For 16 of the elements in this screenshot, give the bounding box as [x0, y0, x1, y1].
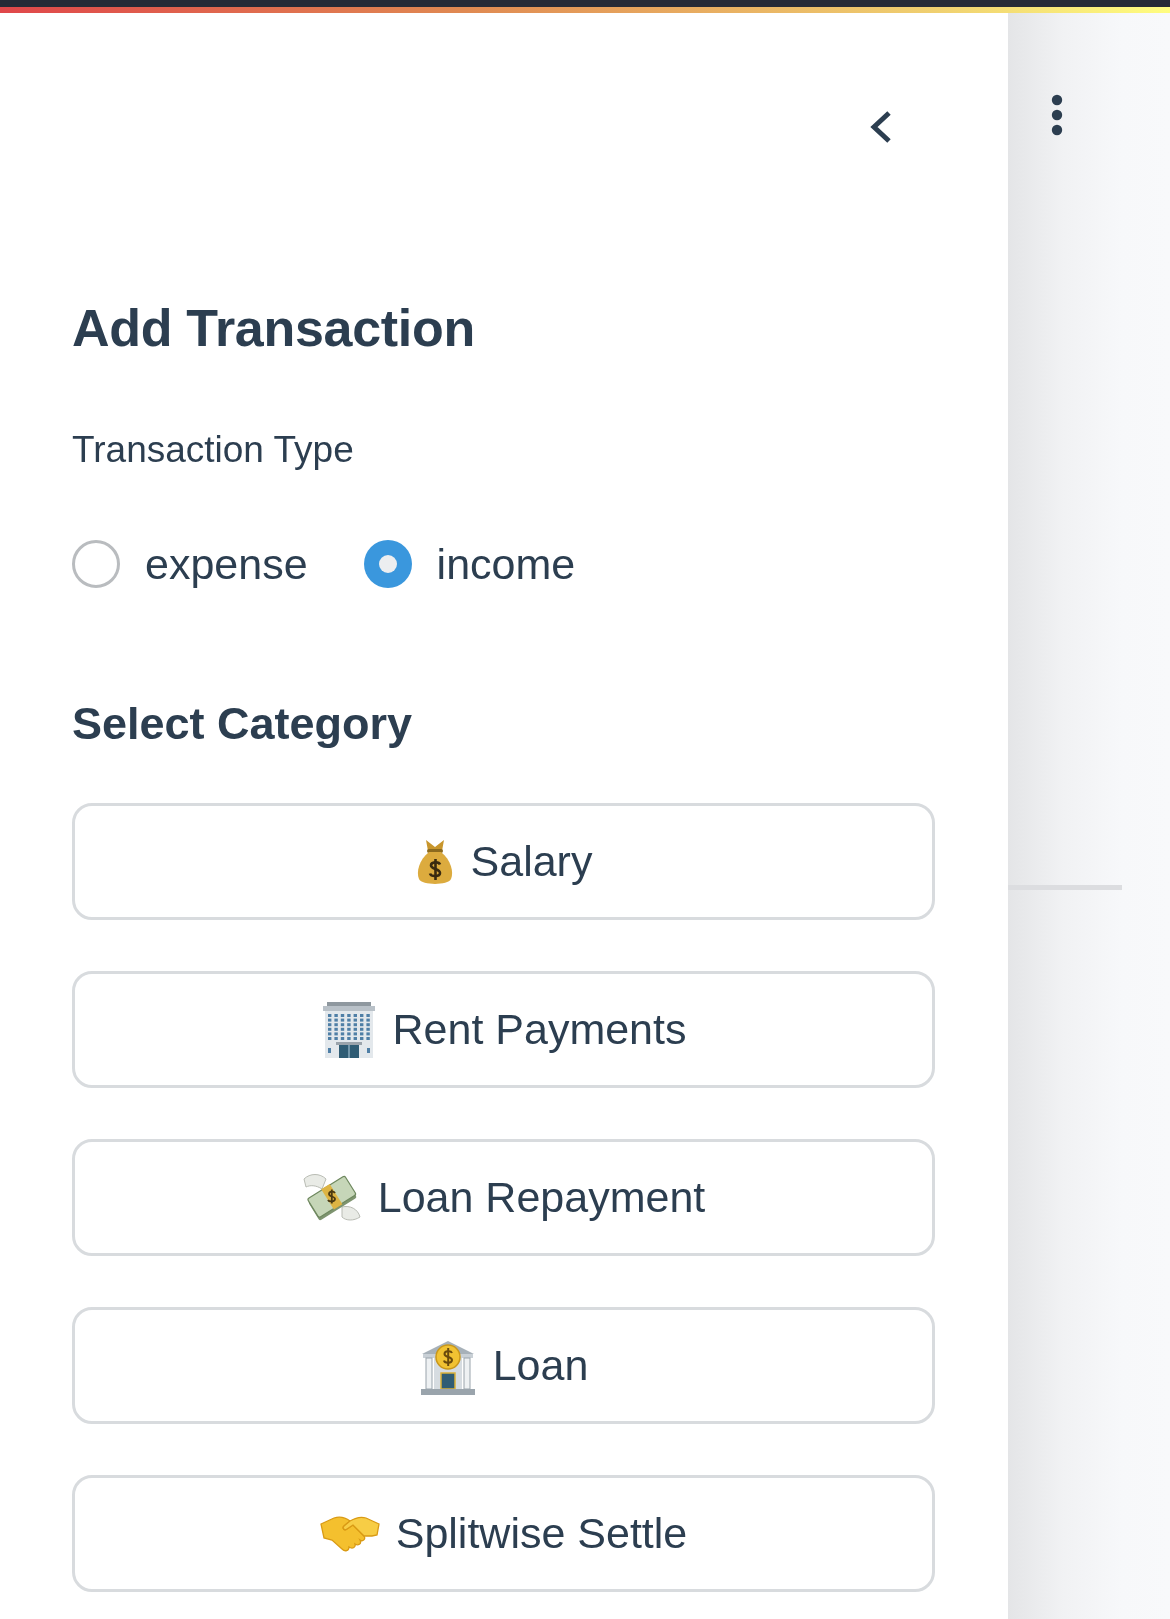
- category-button[interactable]: Loan Repayment: [72, 1139, 935, 1256]
- category-button[interactable]: Salary: [72, 803, 935, 920]
- category-button[interactable]: Splitwise Settle: [72, 1475, 935, 1592]
- sidebar-title: Add Transaction: [72, 298, 476, 359]
- more-menu-icon[interactable]: [1051, 94, 1063, 136]
- category-button[interactable]: Rent Payments: [72, 971, 935, 1088]
- radio-label[interactable]: income: [436, 538, 576, 590]
- category-button[interactable]: Loan: [72, 1307, 935, 1424]
- radio-button[interactable]: [363, 540, 412, 588]
- radio-group-label: Transaction Type: [72, 428, 355, 472]
- handshake-icon: [319, 1513, 380, 1554]
- radio-label[interactable]: expense: [145, 538, 308, 590]
- section-heading: Select Category: [72, 697, 414, 751]
- office-building-icon: [320, 1001, 377, 1058]
- collapse-chevron-icon[interactable]: [869, 109, 893, 145]
- radio-button[interactable]: [72, 540, 120, 588]
